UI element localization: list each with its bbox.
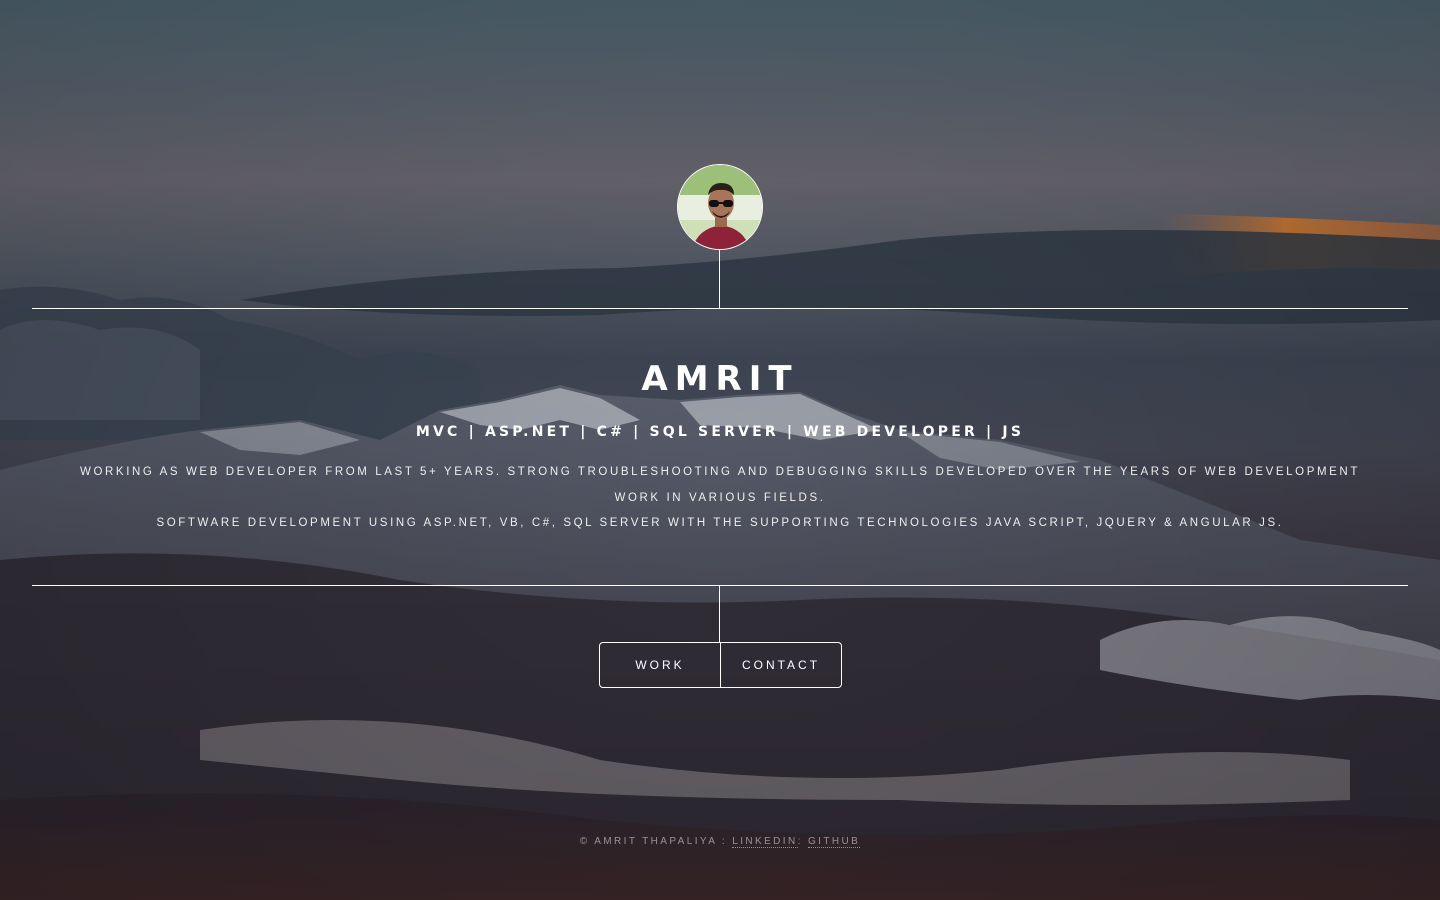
divider-bottom: [32, 585, 1408, 586]
connector-line-top: [719, 250, 720, 308]
skills-tagline: MVC | ASP.NET | C# | SQL SERVER | WEB DE…: [415, 424, 1025, 440]
footer-separator: :: [797, 836, 808, 847]
avatar-photo: [678, 165, 762, 249]
nav-contact-button[interactable]: CONTACT: [720, 643, 841, 687]
description-line-2: Software development using ASP.NET, VB, …: [156, 517, 1284, 529]
avatar: [677, 164, 763, 250]
footer: © Amrit Thapaliya : LinkedIn: Github: [0, 836, 1440, 848]
description-line-1: Working as web developer from last 5+ ye…: [80, 466, 1360, 504]
intro-section: AMRIT MVC | ASP.NET | C# | SQL SERVER | …: [32, 309, 1408, 585]
description: Working as web developer from last 5+ ye…: [72, 460, 1368, 537]
github-link[interactable]: Github: [807, 836, 861, 848]
connector-line-bottom: [719, 585, 720, 642]
page-title: AMRIT: [641, 359, 799, 399]
copyright-text: © Amrit Thapaliya :: [579, 836, 733, 847]
nav-work-button[interactable]: WORK: [600, 643, 720, 687]
linkedin-link[interactable]: LinkedIn: [732, 836, 798, 848]
main-nav: WORK CONTACT: [599, 642, 842, 688]
